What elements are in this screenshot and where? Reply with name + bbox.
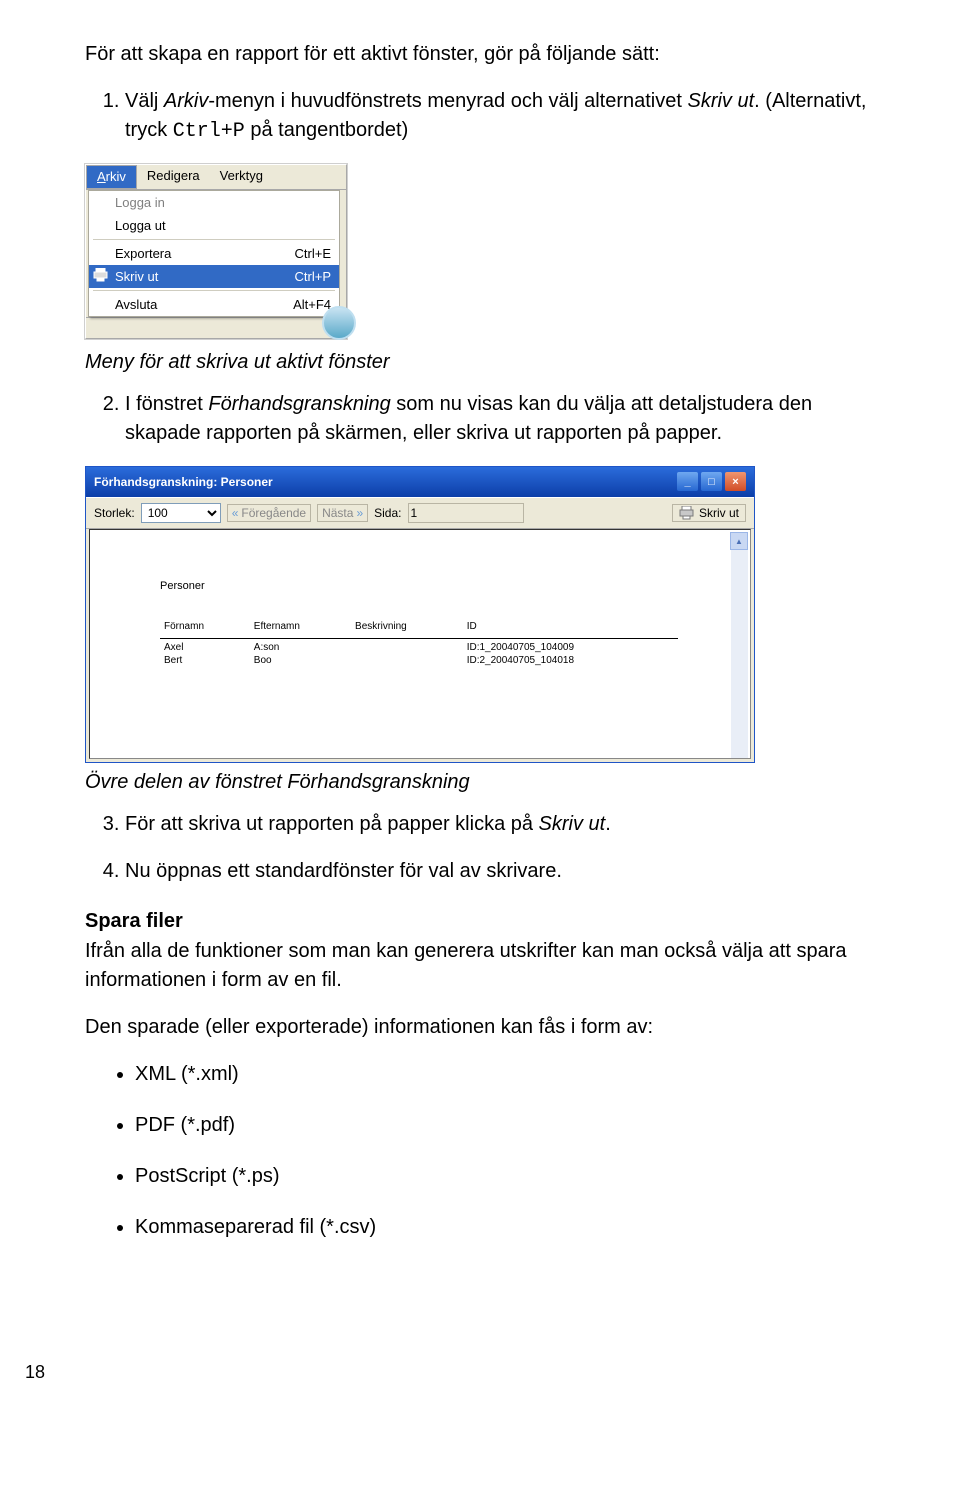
- steps-list-3: För att skriva ut rapporten på papper kl…: [85, 810, 875, 886]
- menubar-redigera[interactable]: Redigera: [137, 165, 210, 189]
- page-number: 18: [25, 1362, 875, 1383]
- storlek-label: Storlek:: [94, 506, 135, 520]
- prev-button[interactable]: « Föregående: [227, 504, 311, 522]
- text: För att skriva ut rapporten på papper kl…: [125, 813, 539, 835]
- scrollbar-track[interactable]: [731, 550, 748, 758]
- menu-item-avsluta[interactable]: Avsluta Alt+F4: [89, 293, 339, 316]
- label: Logga in: [115, 195, 165, 210]
- scroll-up-button[interactable]: ▲: [730, 532, 748, 550]
- report-table: Förnamn Efternamn Beskrivning ID Axel A:…: [160, 620, 678, 667]
- step-3: För att skriva ut rapporten på papper kl…: [125, 810, 875, 839]
- storlek-select[interactable]: 100: [141, 503, 221, 523]
- arkiv-word: Arkiv: [164, 90, 208, 112]
- skrivut-word: Skriv ut: [687, 90, 754, 112]
- window-title: Förhandsgranskning: Personer: [94, 475, 273, 489]
- spara-paragraph-1: Ifrån alla de funktioner som man kan gen…: [85, 937, 875, 995]
- cell: [351, 654, 463, 667]
- col-id: ID: [463, 620, 679, 639]
- col-beskrivning: Beskrivning: [351, 620, 463, 639]
- text: -menyn i huvudfönstrets menyrad och välj…: [208, 90, 687, 112]
- step-4: Nu öppnas ett standardfönster för val av…: [125, 857, 875, 886]
- text: I fönstret: [125, 393, 208, 415]
- caption-preview: Övre delen av fönstret Förhandsgransknin…: [85, 771, 875, 794]
- menu-item-logga-ut[interactable]: Logga ut: [89, 214, 339, 237]
- col-efternamn: Efternamn: [250, 620, 351, 639]
- printer-icon: [679, 506, 695, 520]
- minimize-button[interactable]: _: [677, 472, 698, 491]
- menu-item-logga-in: Logga in: [89, 191, 339, 214]
- label: Skriv ut: [699, 506, 739, 520]
- menu-separator: [93, 290, 335, 291]
- report-canvas: ▲ Personer Förnamn Efternamn Beskrivning…: [89, 529, 751, 759]
- chevron-left-icon: «: [232, 506, 239, 520]
- format-item-xml: XML (*.xml): [135, 1060, 875, 1089]
- text: på tangentbordet): [245, 119, 408, 141]
- caption-menu: Meny för att skriva ut aktivt fönster: [85, 351, 875, 374]
- cell: Bert: [160, 654, 250, 667]
- shortcut-code: Ctrl+P: [173, 120, 245, 143]
- spara-paragraph-2: Den sparade (eller exporterade) informat…: [85, 1013, 875, 1042]
- sida-label: Sida:: [374, 506, 401, 520]
- preview-screenshot: Förhandsgranskning: Personer _ □ × Storl…: [85, 466, 755, 763]
- format-item-pdf: PDF (*.pdf): [135, 1111, 875, 1140]
- window-buttons: _ □ ×: [677, 472, 746, 491]
- chevron-right-icon: »: [356, 506, 363, 520]
- steps-list-2: I fönstret Förhandsgranskning som nu vis…: [85, 390, 875, 448]
- menu-screenshot: Arkiv Redigera Verktyg Logga in Logga ut…: [85, 164, 347, 339]
- shortcut: Alt+F4: [293, 297, 331, 312]
- window-titlebar: Förhandsgranskning: Personer _ □ ×: [86, 467, 754, 497]
- menu-separator: [93, 239, 335, 240]
- page-content: För att skapa en rapport för ett aktivt …: [0, 0, 960, 1413]
- forhandsgranskning-word: Förhandsgranskning: [208, 393, 390, 415]
- cell: [351, 641, 463, 654]
- label: Exportera: [115, 246, 171, 261]
- cell: Boo: [250, 654, 351, 667]
- skrivut-word: Skriv ut: [539, 813, 606, 835]
- menubar-arkiv-rest: rkiv: [106, 169, 126, 184]
- label: Föregående: [241, 506, 306, 520]
- below-dropdown-strip: [86, 317, 346, 338]
- cell: ID:1_20040705_104009: [463, 641, 679, 654]
- maximize-button[interactable]: □: [701, 472, 722, 491]
- cell: ID:2_20040705_104018: [463, 654, 679, 667]
- menubar-arkiv[interactable]: Arkiv: [86, 165, 137, 189]
- label: Logga ut: [115, 218, 166, 233]
- table-row: Axel A:son ID:1_20040705_104009: [160, 641, 678, 654]
- menubar: Arkiv Redigera Verktyg: [86, 165, 346, 190]
- text: Välj: [125, 90, 164, 112]
- arkiv-dropdown: Logga in Logga ut Exportera Ctrl+E Skriv …: [88, 190, 340, 317]
- spara-filer-heading: Spara filer: [85, 910, 875, 933]
- shortcut: Ctrl+E: [295, 246, 331, 261]
- format-list: XML (*.xml) PDF (*.pdf) PostScript (*.ps…: [85, 1060, 875, 1242]
- cell: A:son: [250, 641, 351, 654]
- intro-paragraph: För att skapa en rapport för ett aktivt …: [85, 40, 875, 69]
- report-title: Personer: [160, 580, 736, 592]
- format-item-ps: PostScript (*.ps): [135, 1162, 875, 1191]
- table-row: Bert Boo ID:2_20040705_104018: [160, 654, 678, 667]
- text: .: [605, 813, 611, 835]
- shortcut: Ctrl+P: [295, 269, 331, 284]
- cell: Axel: [160, 641, 250, 654]
- steps-list-1: Välj Arkiv-menyn i huvudfönstrets menyra…: [85, 87, 875, 146]
- step-2: I fönstret Förhandsgranskning som nu vis…: [125, 390, 875, 448]
- label: Nästa: [322, 506, 353, 520]
- label: Avsluta: [115, 297, 157, 312]
- label: Skriv ut: [115, 269, 158, 284]
- menu-item-exportera[interactable]: Exportera Ctrl+E: [89, 242, 339, 265]
- step-1: Välj Arkiv-menyn i huvudfönstrets menyra…: [125, 87, 875, 146]
- print-button[interactable]: Skriv ut: [672, 504, 746, 522]
- close-button[interactable]: ×: [725, 472, 746, 491]
- sida-input[interactable]: [408, 503, 524, 523]
- menubar-verktyg[interactable]: Verktyg: [210, 165, 273, 189]
- toolbar: Storlek: 100 « Föregående Nästa » Sida: …: [86, 497, 754, 529]
- col-fornamn: Förnamn: [160, 620, 250, 639]
- next-button[interactable]: Nästa »: [317, 504, 368, 522]
- printer-icon: [93, 268, 109, 282]
- underline-A: A: [97, 169, 106, 184]
- format-item-csv: Kommaseparerad fil (*.csv): [135, 1213, 875, 1242]
- menu-item-skrivut[interactable]: Skriv ut Ctrl+P: [89, 265, 339, 288]
